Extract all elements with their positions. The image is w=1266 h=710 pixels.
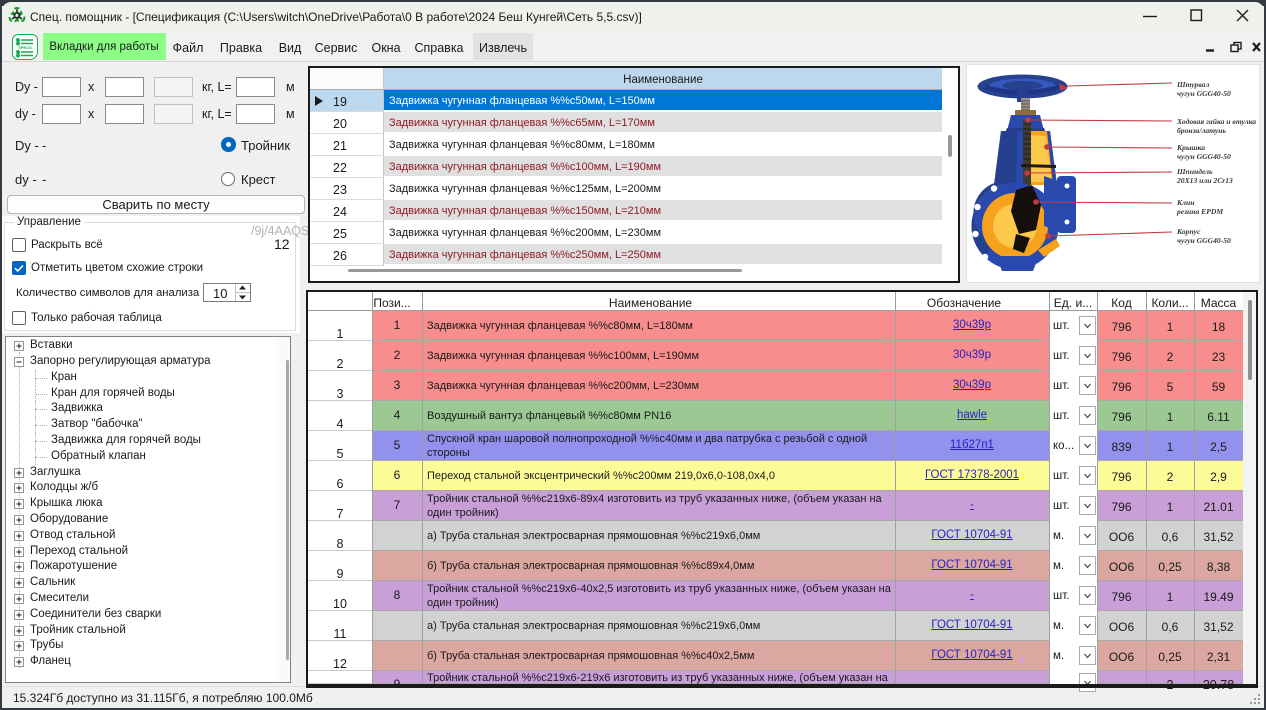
svg-text:Корпус: Корпус xyxy=(1176,227,1201,236)
svg-text:чугун GGG40-50: чугун GGG40-50 xyxy=(1177,89,1231,98)
svg-text:Крышка: Крышка xyxy=(1176,143,1205,152)
svg-text:чугун GGG40-50: чугун GGG40-50 xyxy=(1177,236,1231,245)
svg-text:бронза/латунь: бронза/латунь xyxy=(1177,126,1226,135)
svg-text:резина EPDM: резина EPDM xyxy=(1176,207,1223,216)
svg-text:20Х13 или 2Cr13: 20Х13 или 2Cr13 xyxy=(1176,176,1233,185)
svg-text:Шпиндель: Шпиндель xyxy=(1176,167,1213,176)
svg-text:SPECS: SPECS xyxy=(18,45,32,50)
svg-text:чугун GGG40-50: чугун GGG40-50 xyxy=(1177,152,1231,161)
svg-text:Ходовая гайка и втулка: Ходовая гайка и втулка xyxy=(1176,117,1256,126)
svg-text:Штурвал: Штурвал xyxy=(1176,80,1209,89)
svg-text:Клин: Клин xyxy=(1176,198,1195,207)
